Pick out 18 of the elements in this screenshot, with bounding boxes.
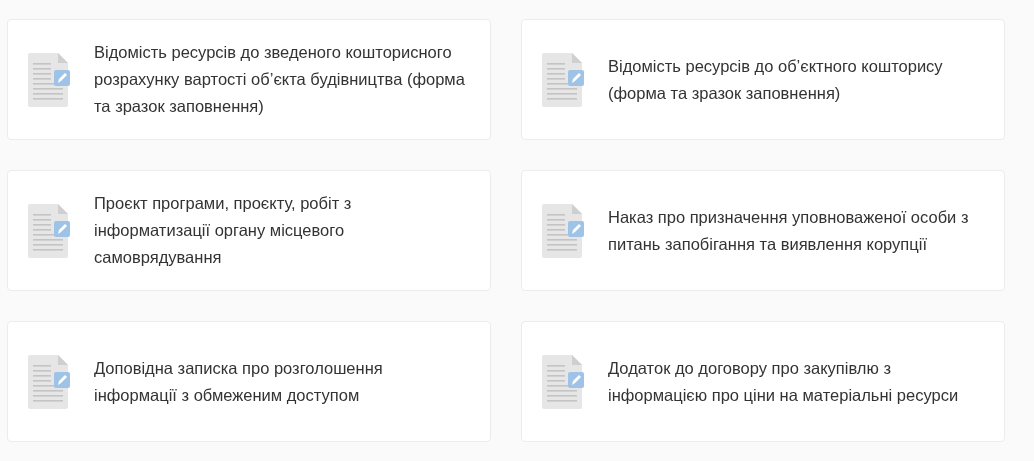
- document-title: Відомість ресурсів до зведеного кошторисного розрахунку вартості об’єкта будівництва (форма та зразок заповнення): [94, 42, 466, 117]
- document-card[interactable]: Проєкт програми, проєкту, робіт з інформатизації органу місцевого самоврядування: [7, 170, 491, 291]
- document-edit-icon: [28, 52, 70, 107]
- document-card[interactable]: Доповідна записка про розголошення інформації з обмеженим доступом: [7, 321, 491, 442]
- document-card[interactable]: Відомість ресурсів до об’єктного кошторису (форма та зразок заповнення): [521, 19, 1005, 140]
- document-title: Проєкт програми, проєкту, робіт з інформатизації органу місцевого самоврядування: [94, 193, 353, 268]
- document-title: Додаток до договору про закупівлю з інформацією про ціни на матеріальні ресурси: [608, 357, 960, 406]
- document-edit-icon: [542, 354, 584, 409]
- document-edit-icon: [542, 52, 584, 107]
- document-title: Доповідна записка про розголошення інформації з обмеженим доступом: [94, 357, 384, 406]
- document-card[interactable]: Наказ про призначення уповноваженої особи з питань запобігання та виявлення корупції: [521, 170, 1005, 291]
- document-edit-icon: [28, 354, 70, 409]
- document-title: Наказ про призначення уповноваженої особи з питань запобігання та виявлення корупції: [608, 206, 970, 255]
- document-card[interactable]: Відомість ресурсів до зведеного кошторисного розрахунку вартості об’єкта будівництва (форма та зразок заповнення): [7, 19, 491, 140]
- document-edit-icon: [542, 203, 584, 258]
- document-title: Відомість ресурсів до об’єктного кошторису (форма та зразок заповнення): [608, 55, 944, 104]
- document-card[interactable]: Додаток до договору про закупівлю з інформацією про ціни на матеріальні ресурси: [521, 321, 1005, 442]
- document-edit-icon: [28, 203, 70, 258]
